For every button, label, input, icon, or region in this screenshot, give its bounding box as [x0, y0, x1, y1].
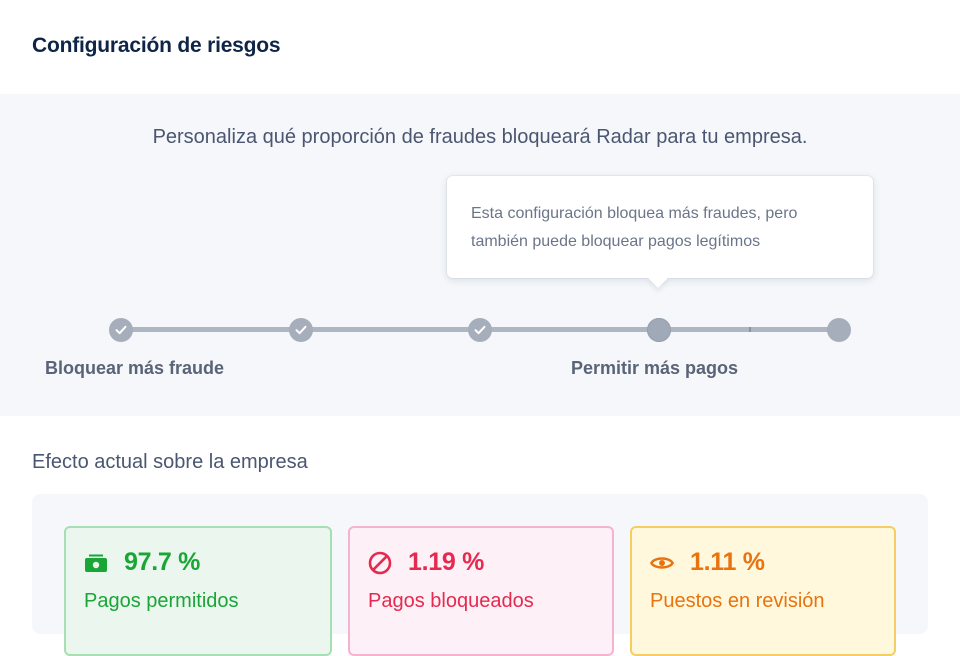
- risk-settings-panel: Personaliza qué proporción de fraudes bl…: [0, 94, 960, 416]
- slider-label-left: Bloquear más fraude: [45, 358, 225, 378]
- risk-step-4-selected[interactable]: [647, 318, 671, 342]
- blocked-icon: [368, 551, 392, 575]
- slider-tick: [749, 327, 751, 332]
- risk-step-1[interactable]: [109, 318, 133, 342]
- impact-metrics-panel: 97.7 % Pagos permitidos 1.19 % Pagos blo…: [32, 494, 928, 656]
- slider-label-right: Permitir más pagos: [571, 358, 739, 378]
- blocked-payments-label: Pagos bloqueados: [368, 590, 534, 612]
- eye-icon: [650, 551, 674, 575]
- risk-step-2[interactable]: [289, 318, 313, 342]
- review-label: Puestos en revisión: [650, 590, 825, 612]
- risk-step-5[interactable]: [827, 318, 851, 342]
- page-title: Configuración de riesgos: [32, 34, 281, 57]
- blocked-payments-value: 1.19 %: [408, 548, 485, 576]
- check-icon: [115, 325, 127, 335]
- review-value: 1.11 %: [690, 548, 765, 576]
- tooltip-text: Esta configuración bloquea más fraudes, …: [471, 205, 798, 250]
- check-icon: [474, 325, 486, 335]
- cash-icon: [84, 551, 108, 575]
- tooltip-arrow: [648, 268, 668, 288]
- review-card: 1.11 % Puestos en revisión: [630, 526, 896, 656]
- allowed-payments-value: 97.7 %: [124, 548, 201, 576]
- allowed-payments-label: Pagos permitidos: [84, 590, 239, 612]
- risk-tooltip: Esta configuración bloquea más fraudes, …: [447, 176, 873, 288]
- impact-section-title: Efecto actual sobre la empresa: [32, 451, 308, 473]
- risk-step-3[interactable]: [468, 318, 492, 342]
- blocked-payments-card: 1.19 % Pagos bloqueados: [348, 526, 614, 656]
- allowed-payments-card: 97.7 % Pagos permitidos: [64, 526, 332, 656]
- check-icon: [295, 325, 307, 335]
- risk-description: Personaliza qué proporción de fraudes bl…: [152, 126, 808, 148]
